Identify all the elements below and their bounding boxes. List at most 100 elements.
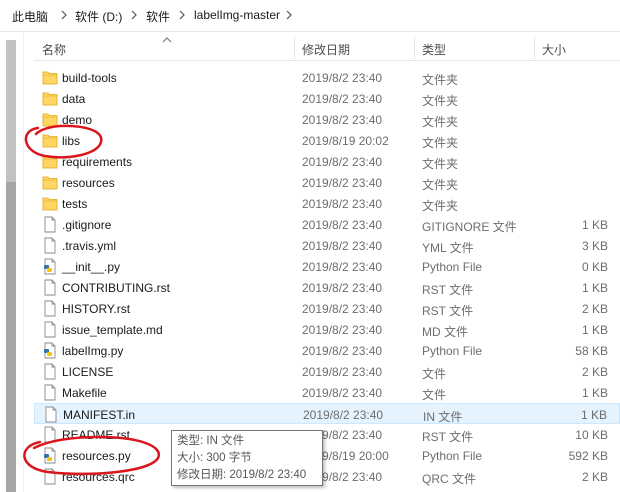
folder-icon: [42, 195, 58, 212]
file-row[interactable]: .travis.yml 2019/8/2 23:40 YML 文件 3 KB: [34, 235, 620, 256]
column-date[interactable]: 修改日期: [302, 41, 350, 58]
tooltip-size: 大小: 300 字节: [177, 452, 252, 464]
file-icon: [42, 426, 58, 443]
file-size: 3 KB: [581, 239, 608, 253]
file-row[interactable]: demo 2019/8/2 23:40 文件夹: [34, 109, 620, 130]
file-icon: [42, 237, 58, 254]
file-icon: [42, 300, 58, 317]
file-type: 文件夹: [422, 94, 459, 108]
file-type: Python File: [422, 260, 483, 274]
file-name: resources.qrc: [62, 470, 135, 484]
file-name: .gitignore: [62, 218, 112, 232]
breadcrumb-item-drive[interactable]: 软件 (D:): [75, 8, 122, 25]
python-file-icon: [42, 447, 58, 464]
file-row[interactable]: data 2019/8/2 23:40 文件夹: [34, 88, 620, 109]
folder-icon: [42, 153, 58, 170]
column-type[interactable]: 类型: [422, 41, 446, 58]
file-type: RST 文件: [422, 283, 474, 297]
file-type: Python File: [422, 344, 483, 358]
file-icon: [42, 468, 58, 485]
column-divider[interactable]: [294, 37, 295, 59]
file-name: Makefile: [62, 386, 107, 400]
file-date: 2019/8/2 23:40: [302, 344, 383, 358]
breadcrumb-item-current-folder[interactable]: labelImg-master: [194, 8, 280, 22]
file-row[interactable]: tests 2019/8/2 23:40 文件夹: [34, 193, 620, 214]
file-icon: [42, 279, 58, 296]
python-file-icon: [42, 258, 58, 275]
tooltip-type: 类型: IN 文件: [177, 435, 245, 447]
file-row[interactable]: resources.py 2019/8/19 20:00 Python File 59…: [34, 445, 620, 466]
chevron-right-icon[interactable]: [178, 9, 186, 21]
file-row[interactable]: MANIFEST.in 2019/8/2 23:40 IN 文件 1 KB: [34, 403, 620, 424]
file-row[interactable]: resources.qrc 2019/8/2 23:40 QRC 文件 2 KB: [34, 466, 620, 487]
file-name: LICENSE: [62, 365, 114, 379]
scrollbar-track[interactable]: [6, 182, 16, 492]
chevron-right-icon[interactable]: [130, 9, 138, 21]
file-date: 2019/8/2 23:40: [303, 408, 384, 422]
file-date: 2019/8/2 23:40: [302, 113, 383, 127]
file-row[interactable]: libs 2019/8/19 20:02 文件夹: [34, 130, 620, 151]
file-date: 2019/8/2 23:40: [302, 386, 383, 400]
file-name: .travis.yml: [62, 239, 116, 253]
file-row[interactable]: LICENSE 2019/8/2 23:40 文件 2 KB: [34, 361, 620, 382]
file-type: GITIGNORE 文件: [422, 220, 517, 234]
file-row[interactable]: issue_template.md 2019/8/2 23:40 MD 文件 1 KB: [34, 319, 620, 340]
chevron-right-icon[interactable]: [285, 9, 293, 21]
file-date: 2019/8/2 23:40: [302, 365, 383, 379]
file-date: 2019/8/2 23:40: [302, 323, 383, 337]
file-tooltip: 类型: IN 文件 大小: 300 字节 修改日期: 2019/8/2 23:4…: [171, 430, 323, 486]
file-size: 10 KB: [575, 428, 608, 442]
file-type: 文件: [422, 388, 447, 402]
file-row[interactable]: build-tools 2019/8/2 23:40 文件夹: [34, 67, 620, 88]
column-divider[interactable]: [414, 37, 415, 59]
file-size: 58 KB: [575, 344, 608, 358]
python-file-icon: [42, 342, 58, 359]
file-date: 2019/8/2 23:40: [302, 92, 383, 106]
file-row[interactable]: HISTORY.rst 2019/8/2 23:40 RST 文件 2 KB: [34, 298, 620, 319]
file-date: 2019/8/2 23:40: [302, 71, 383, 85]
file-size: 592 KB: [568, 449, 608, 463]
folder-icon: [42, 90, 58, 107]
scrollbar-thumb[interactable]: [6, 40, 16, 182]
file-row[interactable]: resources 2019/8/2 23:40 文件夹: [34, 172, 620, 193]
file-type: RST 文件: [422, 304, 474, 318]
file-icon: [42, 216, 58, 233]
file-date: 2019/8/19 20:02: [302, 134, 389, 148]
file-icon: [42, 363, 58, 380]
file-type: 文件夹: [422, 115, 459, 129]
column-divider[interactable]: [534, 37, 535, 59]
file-row[interactable]: README.rst 2019/8/2 23:40 RST 文件 10 KB: [34, 424, 620, 445]
file-date: 2019/8/2 23:40: [302, 302, 383, 316]
file-name: demo: [62, 113, 93, 127]
file-name: requirements: [62, 155, 133, 169]
breadcrumb-item-software[interactable]: 软件: [146, 8, 170, 25]
file-row[interactable]: requirements 2019/8/2 23:40 文件夹: [34, 151, 620, 172]
folder-icon: [42, 132, 58, 149]
breadcrumb-item-this-pc[interactable]: 此电脑: [12, 8, 48, 25]
folder-icon: [42, 69, 58, 86]
file-name: __init__.py: [62, 260, 121, 274]
file-type: IN 文件: [423, 410, 463, 424]
file-size: 1 KB: [581, 323, 608, 337]
file-size: 0 KB: [581, 260, 608, 274]
file-type: 文件夹: [422, 73, 459, 87]
file-row[interactable]: Makefile 2019/8/2 23:40 文件 1 KB: [34, 382, 620, 403]
file-type: 文件: [422, 367, 447, 381]
file-type: MD 文件: [422, 325, 468, 339]
file-size: 2 KB: [581, 302, 608, 316]
tooltip-modified: 修改日期: 2019/8/2 23:40: [177, 469, 307, 481]
column-name[interactable]: 名称: [42, 41, 66, 58]
file-icon: [43, 406, 59, 423]
file-type: YML 文件: [422, 241, 474, 255]
file-row[interactable]: .gitignore 2019/8/2 23:40 GITIGNORE 文件 1 KB: [34, 214, 620, 235]
file-date: 2019/8/2 23:40: [302, 260, 383, 274]
file-row[interactable]: __init__.py 2019/8/2 23:40 Python File 0 KB: [34, 256, 620, 277]
file-row[interactable]: CONTRIBUTING.rst 2019/8/2 23:40 RST 文件 1 KB: [34, 277, 620, 298]
column-size[interactable]: 大小: [542, 41, 566, 58]
file-name: MANIFEST.in: [63, 408, 136, 422]
address-bar[interactable]: 此电脑 软件 (D:) 软件 labelImg-master: [0, 0, 620, 32]
sort-ascending-icon: [162, 33, 172, 47]
file-row[interactable]: labelImg.py 2019/8/2 23:40 Python File 58 K…: [34, 340, 620, 361]
chevron-right-icon[interactable]: [60, 9, 68, 21]
file-name: README.rst: [62, 428, 131, 442]
